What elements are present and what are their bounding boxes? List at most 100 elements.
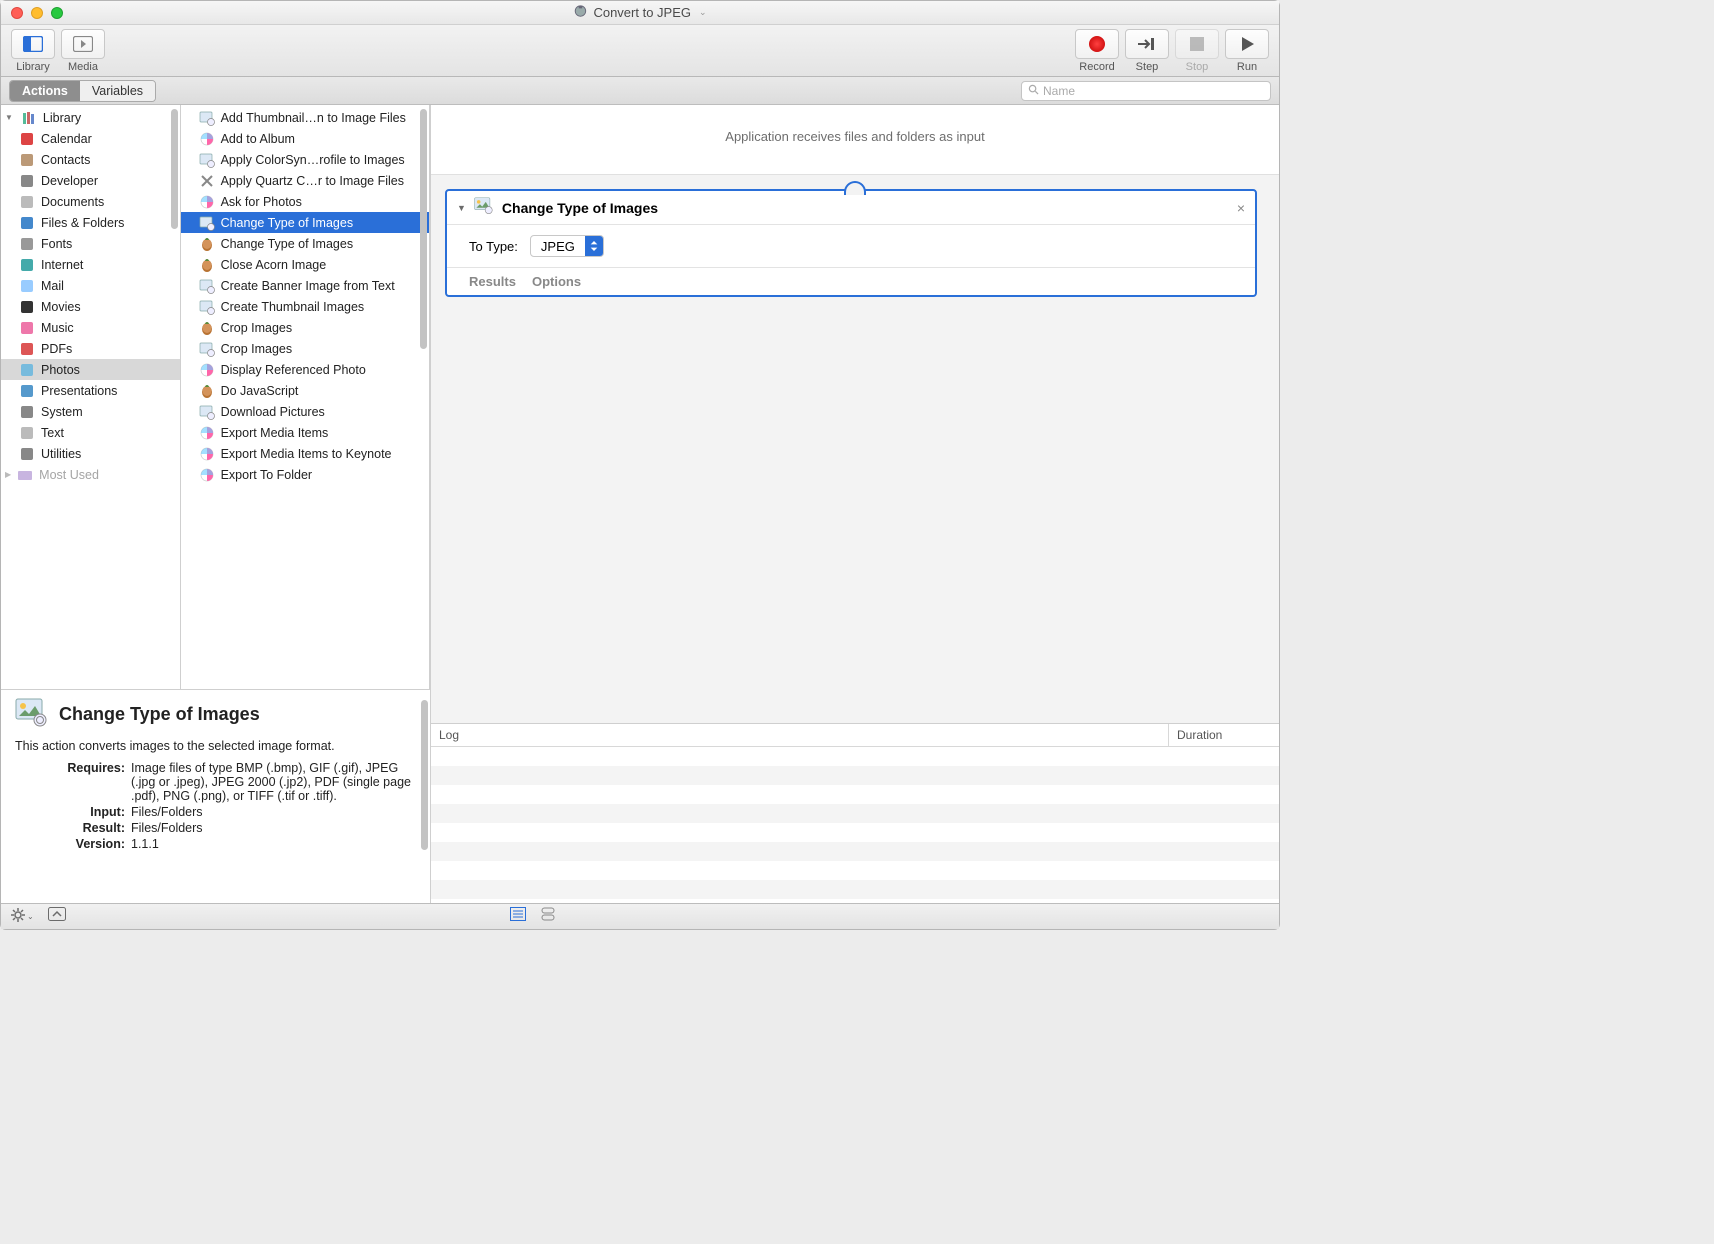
library-item-movies[interactable]: Movies	[1, 296, 180, 317]
library-item-mail[interactable]: Mail	[1, 275, 180, 296]
disclosure-triangle-icon[interactable]: ▼	[457, 203, 466, 213]
scrollbar[interactable]	[420, 109, 427, 349]
workflow-view-flow-button[interactable]	[540, 907, 556, 926]
action-item[interactable]: Do JavaScript	[181, 380, 429, 401]
library-item-calendar[interactable]: Calendar	[1, 128, 180, 149]
to-type-value: JPEG	[531, 239, 585, 254]
action-icon	[199, 299, 215, 315]
workflow-action-change-type[interactable]: ▼ Change Type of Images × To Type: JPEG …	[445, 189, 1257, 297]
record-button[interactable]: Record	[1075, 29, 1119, 73]
tab-variables[interactable]: Variables	[80, 81, 155, 101]
action-icon	[199, 320, 215, 336]
category-icon	[19, 236, 35, 252]
gear-menu-button[interactable]: ⌄	[11, 908, 34, 925]
stop-icon	[1190, 37, 1204, 51]
info-result-value: Files/Folders	[131, 821, 416, 835]
library-item-fonts[interactable]: Fonts	[1, 233, 180, 254]
action-item[interactable]: Ask for Photos	[181, 191, 429, 212]
workflow-view-list-button[interactable]	[510, 907, 526, 926]
tab-actions[interactable]: Actions	[10, 81, 80, 101]
minimize-window-button[interactable]	[31, 7, 43, 19]
scrollbar[interactable]	[171, 109, 178, 229]
category-icon	[19, 152, 35, 168]
step-button[interactable]: Step	[1125, 29, 1169, 73]
gear-icon	[11, 908, 25, 925]
step-icon	[1137, 37, 1157, 51]
library-root[interactable]: Library	[1, 107, 180, 128]
action-item[interactable]: Export Media Items to Keynote	[181, 443, 429, 464]
action-item[interactable]: Download Pictures	[181, 401, 429, 422]
stop-label: Stop	[1186, 61, 1209, 73]
options-button[interactable]: Options	[532, 274, 581, 289]
action-icon	[199, 278, 215, 294]
expand-info-button[interactable]	[48, 907, 66, 926]
close-icon[interactable]: ×	[1237, 200, 1245, 216]
action-item[interactable]: Crop Images	[181, 338, 429, 359]
action-item[interactable]: Apply Quartz C…r to Image Files	[181, 170, 429, 191]
library-item-most-used[interactable]: ▶ Most Used	[1, 464, 180, 485]
action-item[interactable]: Create Banner Image from Text	[181, 275, 429, 296]
toolbar: Library Media Record Step Stop Run	[1, 25, 1279, 77]
media-button[interactable]: Media	[61, 29, 105, 73]
info-input-value: Files/Folders	[131, 805, 416, 819]
chevron-down-icon: ⌄	[27, 912, 34, 921]
action-item[interactable]: Export To Folder	[181, 464, 429, 485]
library-item-contacts[interactable]: Contacts	[1, 149, 180, 170]
library-item-pdfs[interactable]: PDFs	[1, 338, 180, 359]
library-item-presentations[interactable]: Presentations	[1, 380, 180, 401]
action-icon	[199, 215, 215, 231]
action-item[interactable]: Change Type of Images	[181, 212, 429, 233]
library-item-text[interactable]: Text	[1, 422, 180, 443]
action-item[interactable]: Crop Images	[181, 317, 429, 338]
category-icon	[19, 173, 35, 189]
library-item-photos[interactable]: Photos	[1, 359, 180, 380]
library-item-internet[interactable]: Internet	[1, 254, 180, 275]
sidebar-icon	[23, 36, 43, 52]
to-type-select[interactable]: JPEG	[530, 235, 604, 257]
category-icon	[19, 215, 35, 231]
action-item[interactable]: Create Thumbnail Images	[181, 296, 429, 317]
library-item-system[interactable]: System	[1, 401, 180, 422]
library-toggle-button[interactable]: Library	[11, 29, 55, 73]
preview-action-icon	[474, 197, 494, 218]
action-item[interactable]: Change Type of Images	[181, 233, 429, 254]
action-item[interactable]: Close Acorn Image	[181, 254, 429, 275]
status-bar: ⌄	[1, 903, 1279, 929]
run-button[interactable]: Run	[1225, 29, 1269, 73]
library-item-music[interactable]: Music	[1, 317, 180, 338]
search-input[interactable]: Name	[1021, 81, 1271, 101]
action-item[interactable]: Display Referenced Photo	[181, 359, 429, 380]
library-item-developer[interactable]: Developer	[1, 170, 180, 191]
category-icon	[19, 404, 35, 420]
action-icon	[199, 467, 215, 483]
window-title[interactable]: Convert to JPEG ⌄	[573, 4, 706, 21]
action-item[interactable]: Add Thumbnail…n to Image Files	[181, 107, 429, 128]
close-window-button[interactable]	[11, 7, 23, 19]
category-icon	[19, 131, 35, 147]
log-column-header[interactable]: Log	[431, 724, 1169, 746]
workflow-canvas[interactable]: ▼ Change Type of Images × To Type: JPEG …	[431, 174, 1279, 723]
category-icon	[19, 194, 35, 210]
results-button[interactable]: Results	[469, 274, 516, 289]
category-icon	[19, 257, 35, 273]
preview-action-icon	[15, 698, 49, 731]
category-icon	[19, 299, 35, 315]
action-item[interactable]: Apply ColorSyn…rofile to Images	[181, 149, 429, 170]
action-item[interactable]: Add to Album	[181, 128, 429, 149]
category-icon	[19, 446, 35, 462]
window-title-text: Convert to JPEG	[593, 5, 691, 20]
scrollbar[interactable]	[421, 700, 428, 850]
library-item-files-folders[interactable]: Files & Folders	[1, 212, 180, 233]
action-item[interactable]: Export Media Items	[181, 422, 429, 443]
duration-column-header[interactable]: Duration	[1169, 724, 1279, 746]
zoom-window-button[interactable]	[51, 7, 63, 19]
library-item-utilities[interactable]: Utilities	[1, 443, 180, 464]
search-icon	[1028, 84, 1039, 98]
stop-button[interactable]: Stop	[1175, 29, 1219, 73]
library-item-documents[interactable]: Documents	[1, 191, 180, 212]
search-placeholder: Name	[1043, 84, 1075, 98]
info-description: This action converts images to the selec…	[15, 739, 416, 753]
action-icon	[199, 362, 215, 378]
record-label: Record	[1079, 61, 1114, 73]
action-icon	[199, 446, 215, 462]
